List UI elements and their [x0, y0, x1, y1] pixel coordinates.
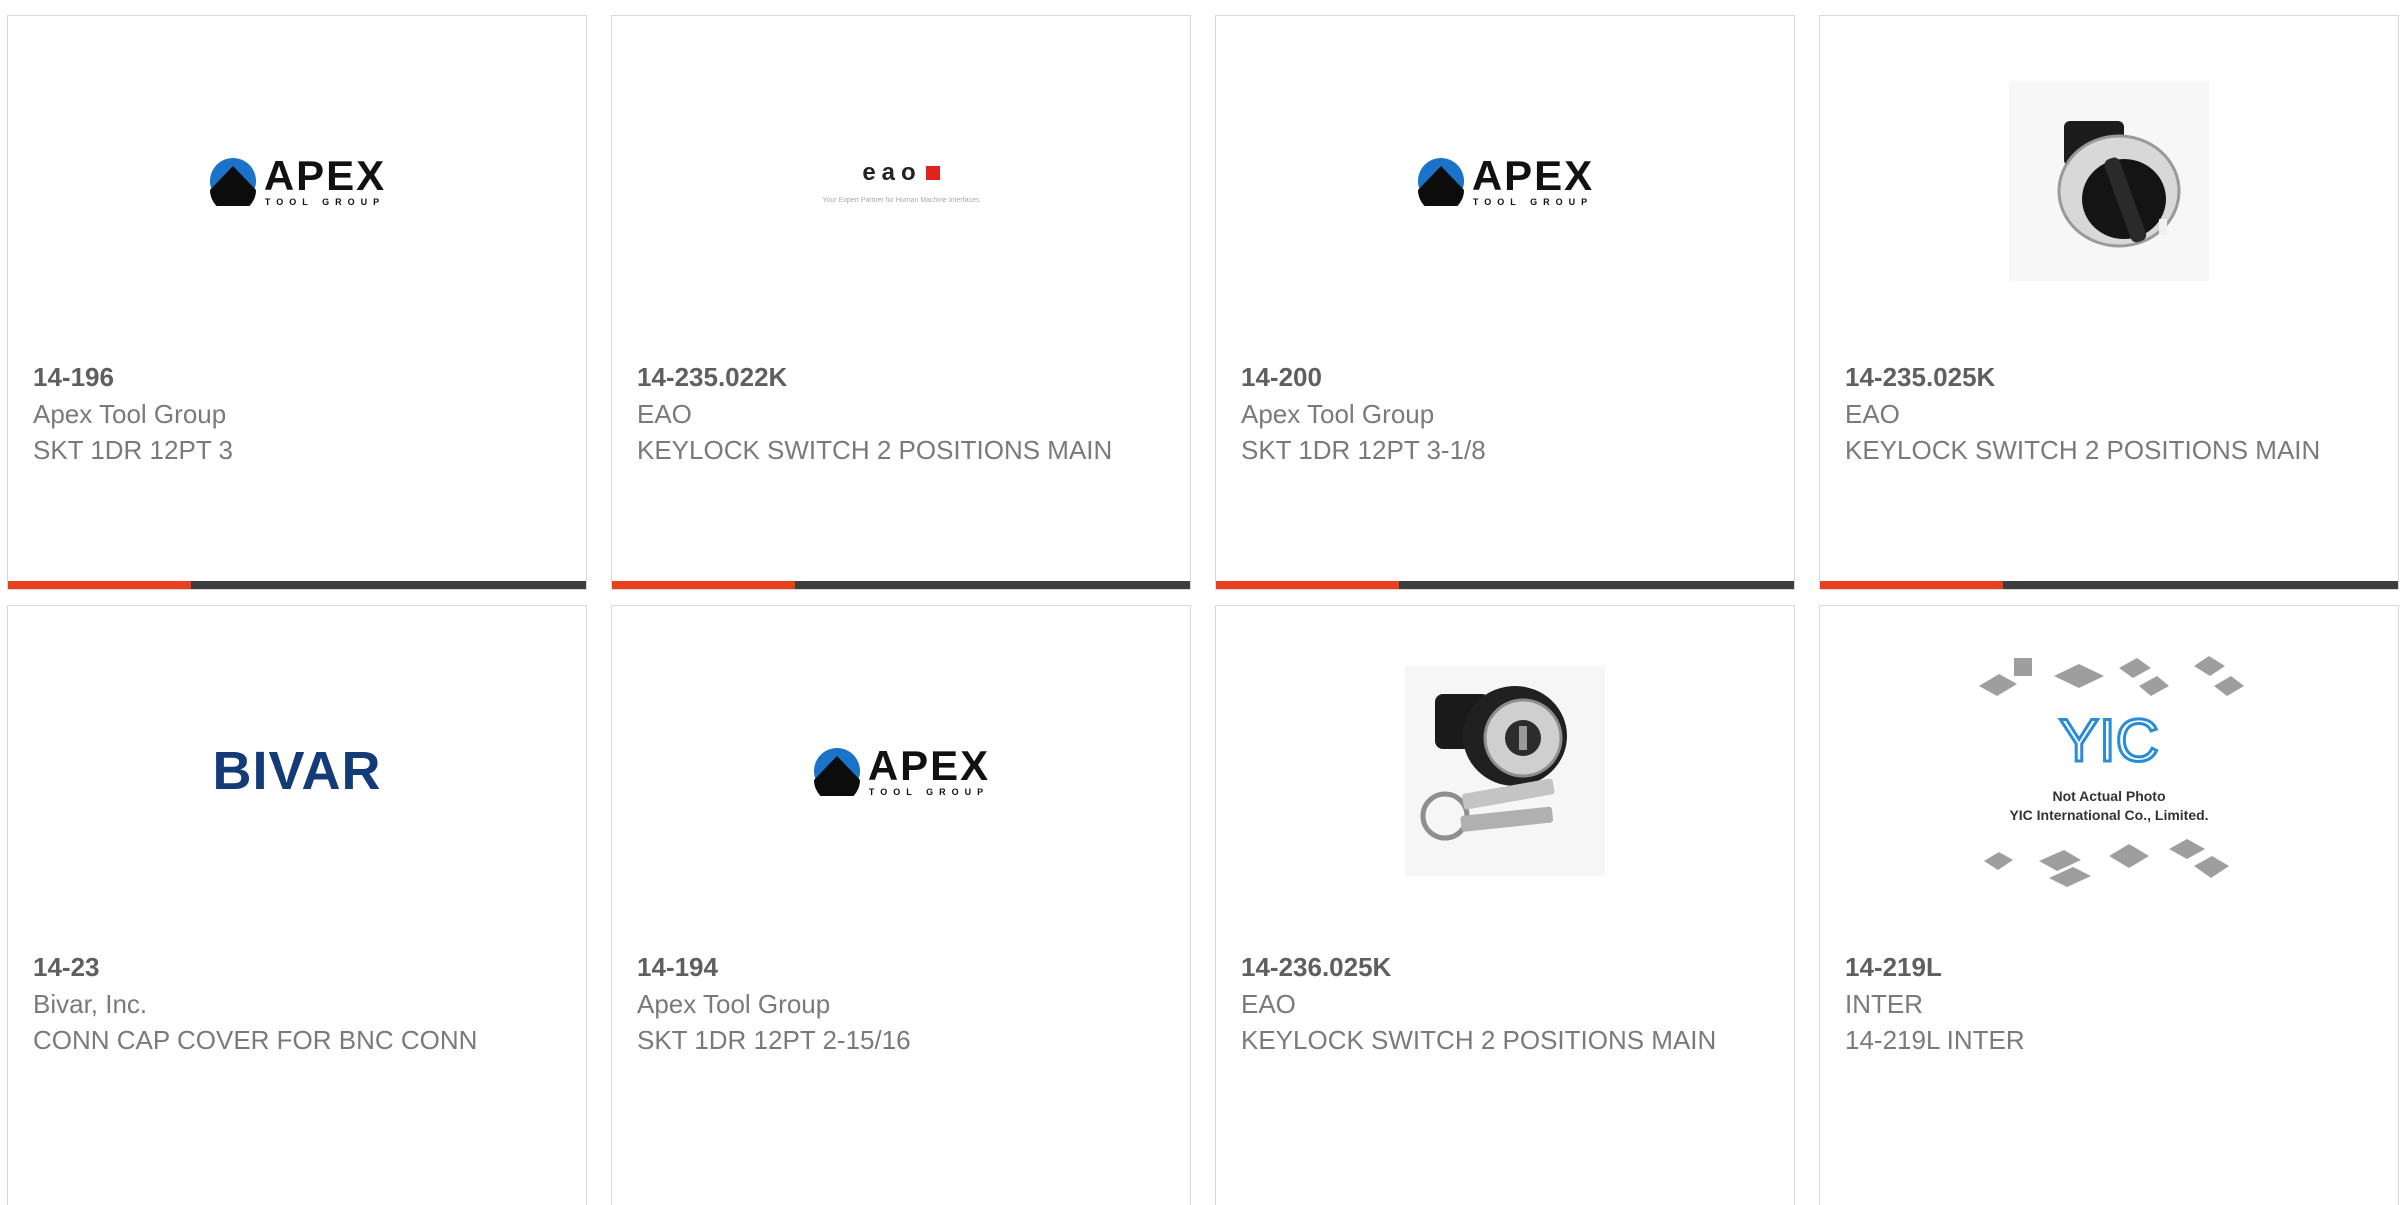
part-number[interactable]: 14-196: [33, 358, 566, 396]
eao-square-icon: [925, 165, 940, 180]
card-footer-bar: [612, 581, 1190, 589]
yic-mark: YIC: [2059, 707, 2159, 774]
apex-logo-subtext: TOOL GROUP: [264, 197, 386, 207]
manufacturer: EAO: [1845, 399, 1900, 429]
part-number[interactable]: 14-235.025K: [1845, 358, 2378, 396]
selector-switch-photo: [2009, 81, 2209, 281]
part-number[interactable]: 14-236.025K: [1241, 948, 1774, 986]
apex-logo-subtext: TOOL GROUP: [868, 787, 990, 797]
product-card[interactable]: eao Your Expert Partner for Human Machin…: [611, 15, 1191, 590]
product-image[interactable]: [1216, 606, 1794, 936]
description: KEYLOCK SWITCH 2 POSITIONS MAIN: [1241, 1025, 1717, 1055]
apex-logo-text: APEX: [1471, 152, 1595, 199]
description: CONN CAP COVER FOR BNC CONN: [33, 1025, 478, 1055]
part-number[interactable]: 14-194: [637, 948, 1170, 986]
manufacturer: EAO: [637, 399, 692, 429]
description: KEYLOCK SWITCH 2 POSITIONS MAIN: [637, 435, 1113, 465]
part-number[interactable]: 14-200: [1241, 358, 1774, 396]
description: SKT 1DR 12PT 3-1/8: [1241, 435, 1486, 465]
product-card[interactable]: APEX TOOL GROUP 14-196 Apex Tool Group S…: [7, 15, 587, 590]
product-card[interactable]: APEX TOOL GROUP 14-200 Apex Tool Group S…: [1215, 15, 1795, 590]
product-image[interactable]: YIC Not Actual Photo YIC International C…: [1820, 606, 2398, 936]
description: KEYLOCK SWITCH 2 POSITIONS MAIN: [1845, 435, 2321, 465]
product-card[interactable]: APEX TOOL GROUP 14-194 Apex Tool Group S…: [611, 605, 1191, 1205]
apex-logo: APEX TOOL GROUP: [208, 155, 386, 207]
apex-logo: APEX TOOL GROUP: [812, 745, 990, 797]
yic-placeholder-image: YIC Not Actual Photo YIC International C…: [1979, 656, 2244, 887]
product-image[interactable]: BIVAR: [8, 606, 586, 936]
description: SKT 1DR 12PT 2-15/16: [637, 1025, 911, 1055]
manufacturer: Apex Tool Group: [1241, 399, 1435, 429]
product-image[interactable]: APEX TOOL GROUP: [1216, 16, 1794, 346]
apex-logo: APEX TOOL GROUP: [1416, 155, 1594, 207]
manufacturer: Bivar, Inc.: [33, 989, 148, 1019]
product-grid: APEX TOOL GROUP 14-196 Apex Tool Group S…: [0, 0, 2400, 1205]
apex-globe-icon: [1417, 158, 1464, 206]
eao-tagline: Your Expert Partner for Human Machine In…: [822, 196, 980, 204]
yic-caption-line2: YIC International Co., Limited.: [2009, 807, 2208, 823]
part-number[interactable]: 14-219L: [1845, 948, 2378, 986]
apex-globe-icon: [209, 158, 256, 206]
card-footer-bar: [8, 581, 586, 589]
product-image[interactable]: [1820, 16, 2398, 346]
product-card[interactable]: YIC Not Actual Photo YIC International C…: [1819, 605, 2399, 1205]
description: 14-219L INTER: [1845, 1025, 2025, 1055]
keylock-switch-photo: [1405, 666, 1605, 876]
yic-caption-line1: Not Actual Photo: [2052, 788, 2165, 804]
eao-logo-text: eao: [862, 158, 922, 186]
manufacturer: INTER: [1845, 989, 1923, 1019]
part-number[interactable]: 14-235.022K: [637, 358, 1170, 396]
apex-logo-text: APEX: [867, 742, 991, 789]
apex-logo-subtext: TOOL GROUP: [1472, 197, 1594, 207]
product-card[interactable]: 14-236.025K EAO KEYLOCK SWITCH 2 POSITIO…: [1215, 605, 1795, 1205]
manufacturer: Apex Tool Group: [637, 989, 831, 1019]
manufacturer: EAO: [1241, 989, 1296, 1019]
card-footer-bar: [1820, 581, 2398, 589]
product-image[interactable]: eao Your Expert Partner for Human Machin…: [612, 16, 1190, 346]
product-card[interactable]: 14-235.025K EAO KEYLOCK SWITCH 2 POSITIO…: [1819, 15, 2399, 590]
bivar-logo: BIVAR: [212, 741, 382, 801]
part-number[interactable]: 14-23: [33, 948, 566, 986]
apex-globe-icon: [813, 748, 860, 796]
product-image[interactable]: APEX TOOL GROUP: [612, 606, 1190, 936]
product-image[interactable]: APEX TOOL GROUP: [8, 16, 586, 346]
card-footer-bar: [1216, 581, 1794, 589]
product-card[interactable]: BIVAR 14-23 Bivar, Inc. CONN CAP COVER F…: [7, 605, 587, 1205]
apex-logo-text: APEX: [263, 152, 387, 199]
manufacturer: Apex Tool Group: [33, 399, 227, 429]
description: SKT 1DR 12PT 3: [33, 435, 233, 465]
eao-logo: eao Your Expert Partner for Human Machin…: [823, 159, 980, 204]
